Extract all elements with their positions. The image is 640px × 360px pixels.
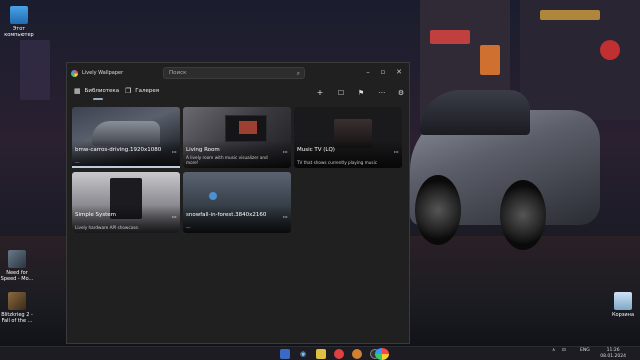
grid-icon: ▦	[74, 87, 81, 95]
card-description: ---	[75, 160, 80, 165]
app-icon[interactable]	[352, 349, 362, 359]
search-icon[interactable]: ⌕	[297, 69, 300, 79]
language-indicator[interactable]: ENG	[580, 348, 590, 353]
game-icon	[8, 292, 26, 310]
playlist-button[interactable]: ⚑	[355, 87, 367, 99]
steam-icon[interactable]: ◉	[298, 349, 308, 359]
minimize-button[interactable]: –	[362, 66, 374, 78]
search-placeholder: Поиск	[169, 70, 187, 76]
wallpaper-card[interactable]: bmw-carros-driving.1920x1080 --- ···	[72, 107, 180, 168]
file-explorer-icon[interactable]	[316, 349, 326, 359]
settings-gear-icon[interactable]: ⚙	[395, 87, 407, 99]
card-more-button[interactable]: ···	[393, 148, 399, 157]
window-title: Lively Wallpaper	[82, 70, 124, 76]
card-title: Simple System	[75, 212, 117, 218]
search-input[interactable]: Поиск ⌕	[163, 67, 305, 79]
nav-bar: ▦ Библиотека ❐ Галерея + ☐ ⚑ ··· ⚙	[67, 83, 409, 103]
yandex-browser-icon[interactable]	[334, 349, 344, 359]
card-description: A lively room with music visualizer and …	[186, 155, 268, 165]
taskbar-clock[interactable]: 11:26 08.01.2024	[600, 348, 626, 360]
desktop-icon-blitzkrieg[interactable]: Blitzkrieg 2 - Fall of the ...	[0, 292, 34, 324]
desktop-icon-this-pc[interactable]: Этот компьютер	[2, 6, 36, 38]
desktop-icon-need-for-speed[interactable]: Need for Speed - Mo...	[0, 250, 34, 282]
game-icon	[8, 250, 26, 268]
card-title: bmw-carros-driving.1920x1080	[75, 147, 162, 153]
more-options-button[interactable]: ···	[376, 87, 388, 99]
title-bar[interactable]: Lively Wallpaper Поиск ⌕ – ▫ ✕	[67, 63, 409, 83]
tab-gallery[interactable]: ❐ Галерея	[125, 87, 159, 95]
card-title: Music TV (LQ)	[297, 147, 335, 153]
gallery-icon: ❐	[125, 87, 132, 95]
card-more-button[interactable]: ···	[171, 213, 177, 222]
screen-select-button[interactable]: ☐	[335, 87, 347, 99]
wallpaper-card[interactable]: Simple System Lively hardware API showca…	[72, 172, 180, 233]
selected-card-indicator	[72, 166, 180, 168]
maximize-button[interactable]: ▫	[377, 66, 389, 78]
tray-overflow-icon[interactable]: ∧	[552, 348, 555, 353]
card-description: Lively hardware API showcase.	[75, 225, 140, 230]
wallpaper-card[interactable]: Music TV (LQ) TV that shows currently pl…	[294, 107, 402, 168]
computer-icon	[10, 6, 28, 24]
recycle-bin-icon	[614, 292, 632, 310]
close-button[interactable]: ✕	[393, 66, 405, 78]
taskbar: ◉ ∧ ⊡ ENG 11:26 08.01.2024	[0, 346, 640, 360]
network-icon[interactable]: ⊡	[562, 348, 566, 353]
lively-taskbar-icon[interactable]	[375, 348, 389, 360]
desktop-icon-recycle-bin[interactable]: Корзина	[606, 292, 640, 318]
car-wallpaper-image	[400, 80, 610, 250]
tab-library[interactable]: ▦ Библиотека	[74, 87, 119, 95]
card-more-button[interactable]: ···	[282, 148, 288, 157]
wallpaper-card[interactable]: snowfall-in-forest.3840x2160 --- ···	[183, 172, 291, 233]
card-title: Living Room	[186, 147, 220, 153]
card-description: TV that shows currently playing music	[297, 160, 378, 165]
add-wallpaper-button[interactable]: +	[314, 87, 326, 99]
windows-start-icon[interactable]	[280, 349, 290, 359]
active-tab-indicator	[93, 98, 103, 100]
card-more-button[interactable]: ···	[171, 148, 177, 157]
card-description: ---	[186, 225, 191, 230]
card-more-button[interactable]: ···	[282, 213, 288, 222]
lively-logo-icon	[71, 69, 78, 77]
card-title: snowfall-in-forest.3840x2160	[186, 212, 267, 218]
wallpaper-card[interactable]: Living Room A lively room with music vis…	[183, 107, 291, 168]
